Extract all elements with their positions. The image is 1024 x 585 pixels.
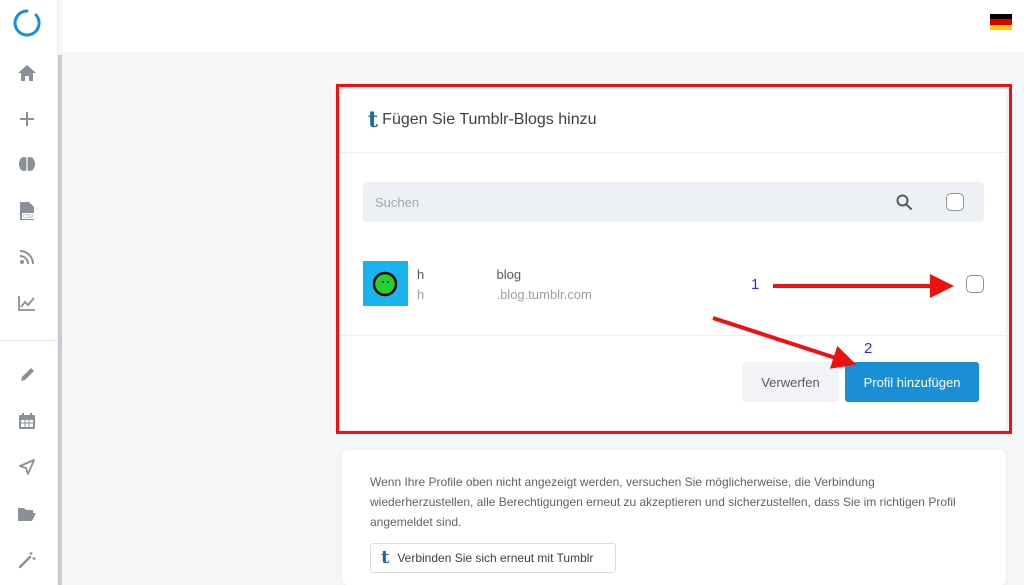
- tumblr-icon: t: [381, 547, 390, 568]
- reconnect-info-text: Wenn Ihre Profile oben nicht angezeigt w…: [370, 475, 956, 529]
- reconnect-info-card: Wenn Ihre Profile oben nicht angezeigt w…: [342, 450, 1006, 585]
- arrow-2: [712, 316, 857, 369]
- reconnect-label: Verbinden Sie sich erneut mit Tumblr: [397, 551, 594, 565]
- reconnect-tumblr-button[interactable]: t Verbinden Sie sich erneut mit Tumblr: [370, 543, 616, 573]
